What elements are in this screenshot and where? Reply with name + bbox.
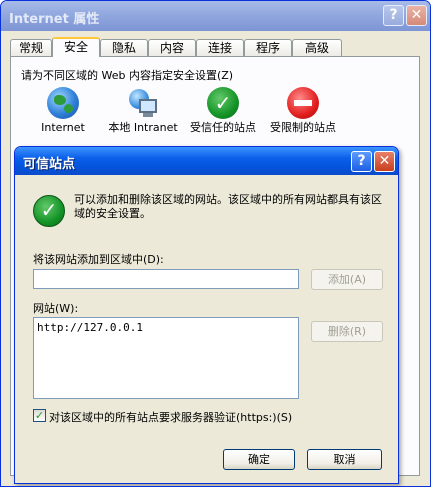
tab-content[interactable]: 内容 [148, 39, 196, 56]
zone-label: Internet [41, 121, 85, 134]
restricted-icon [287, 87, 319, 119]
tab-privacy[interactable]: 隐私 [100, 39, 148, 56]
main-help-button[interactable]: ? [383, 5, 404, 26]
globe-icon [47, 87, 79, 119]
zone-restricted-sites[interactable]: 受限制的站点 [263, 87, 343, 134]
add-site-label: 将该网站添加到区域中(D): [33, 253, 164, 266]
remove-button[interactable]: 删除(R) [311, 321, 383, 342]
site-list-item[interactable]: http://127.0.0.1 [37, 321, 295, 334]
dialog-close-button[interactable]: ✕ [374, 151, 395, 172]
main-close-button[interactable]: ✕ [406, 5, 427, 26]
ok-button[interactable]: 确定 [223, 449, 295, 470]
require-https-label[interactable]: 对该区域中的所有站点要求服务器验证(https:)(S) [49, 409, 292, 425]
tab-general[interactable]: 常规 [10, 39, 52, 56]
zone-label: 本地 Intranet [108, 121, 178, 134]
internet-properties-window: Internet 属性 ? ✕ 常规 安全 隐私 内容 连接 程序 高级 请为不… [0, 0, 431, 487]
dialog-info-text: 可以添加和删除该区域的网站。该区域中的所有网站都具有该区域的安全设置。 [74, 193, 382, 220]
tab-advanced[interactable]: 高级 [292, 39, 342, 56]
trusted-sites-dialog: 可信站点 ? ✕ ✓ 可以添加和删除该区域的网站。该区域中的所有网站都具有该区域… [14, 146, 399, 484]
zone-internet[interactable]: Internet [23, 87, 103, 134]
dialog-title: 可信站点 [23, 157, 76, 172]
trusted-check-icon: ✓ [33, 195, 65, 227]
zone-label: 受限制的站点 [270, 121, 336, 134]
zone-label: 受信任的站点 [190, 121, 256, 134]
zone-list: Internet 本地 Intranet ✓ 受信任的站点 受限制的站点 [23, 87, 413, 149]
tab-security[interactable]: 安全 [52, 37, 100, 57]
zone-prompt: 请为不同区域的 Web 内容指定安全设置(Z) [21, 69, 234, 82]
main-window-title: Internet 属性 [9, 12, 100, 27]
zone-local-intranet[interactable]: 本地 Intranet [103, 87, 183, 134]
cancel-button[interactable]: 取消 [307, 449, 382, 470]
dialog-help-button[interactable]: ? [351, 151, 372, 172]
tab-connections[interactable]: 连接 [196, 39, 244, 56]
add-button[interactable]: 添加(A) [311, 269, 383, 290]
sites-label: 网站(W): [33, 302, 79, 315]
sites-listbox[interactable]: http://127.0.0.1 [33, 317, 299, 399]
dialog-titlebar[interactable]: 可信站点 ? ✕ [15, 147, 398, 175]
tab-programs[interactable]: 程序 [244, 39, 292, 56]
main-titlebar[interactable]: Internet 属性 ? ✕ [1, 1, 430, 31]
trusted-check-icon: ✓ [207, 87, 239, 119]
require-https-checkbox[interactable]: ✓ [33, 409, 46, 422]
add-site-input[interactable] [33, 269, 299, 289]
zone-trusted-sites[interactable]: ✓ 受信任的站点 [183, 87, 263, 134]
intranet-icon [127, 87, 159, 119]
